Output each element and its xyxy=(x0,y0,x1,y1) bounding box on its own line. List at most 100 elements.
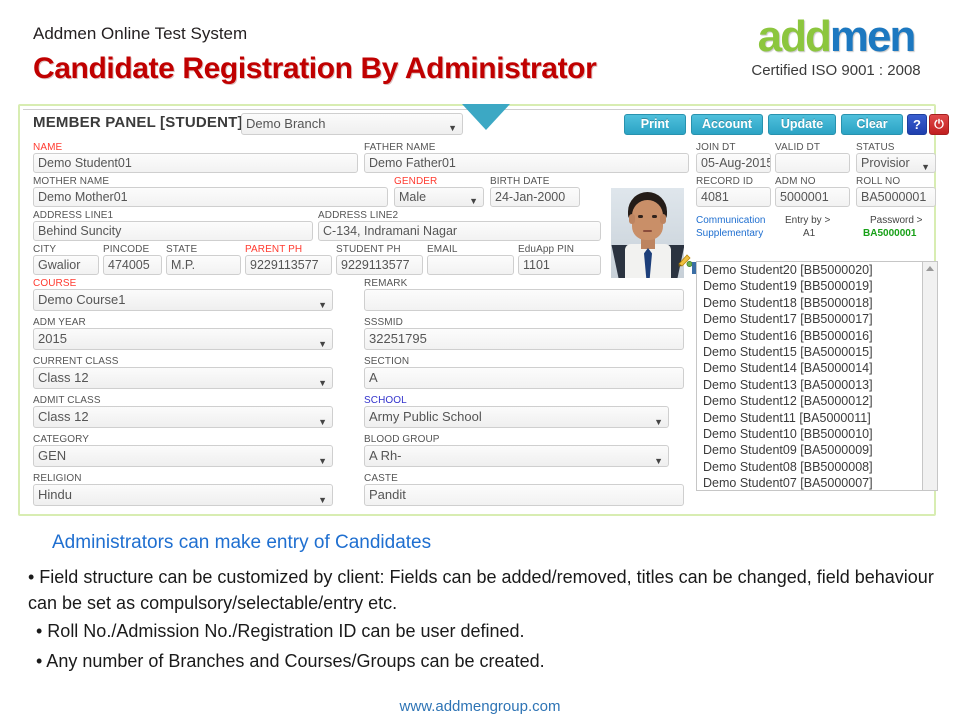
member-panel: MEMBER PANEL [STUDENT] Demo Branch ▼ Pri… xyxy=(18,104,949,516)
student-list-item[interactable]: Demo Student10 [BB5000010] xyxy=(697,426,922,442)
email-label: EMAIL xyxy=(427,244,458,255)
mother-name-input[interactable]: Demo Mother01 xyxy=(33,187,388,207)
logo-text-green: add xyxy=(757,12,832,61)
admit-class-select[interactable]: Class 12 ▼ xyxy=(33,406,333,428)
password-label: Password > xyxy=(870,215,923,226)
student-list-item[interactable]: Demo Student13 [BA5000013] xyxy=(697,377,922,393)
student-list-item[interactable]: Demo Student20 [BB5000020] xyxy=(697,262,922,278)
state-input[interactable]: M.P. xyxy=(166,255,241,275)
school-label: SCHOOL xyxy=(364,395,407,406)
student-list[interactable]: Demo Student20 [BB5000020] Demo Student19… xyxy=(696,261,923,491)
student-list-item[interactable]: Demo Student08 [BB5000008] xyxy=(697,459,922,475)
sssmid-input[interactable]: 32251795 xyxy=(364,328,684,350)
description-bullet-1: • Field structure can be customized by c… xyxy=(28,567,934,613)
chevron-down-icon: ▼ xyxy=(318,339,327,349)
join-dt-label: JOIN DT xyxy=(696,142,736,153)
father-name-input[interactable]: Demo Father01 xyxy=(364,153,689,173)
eduapp-pin-label: EduApp PIN xyxy=(518,244,575,255)
student-list-item[interactable]: Demo Student09 [BA5000009] xyxy=(697,442,922,458)
category-select[interactable]: GEN ▼ xyxy=(33,445,333,467)
student-list-scrollbar[interactable] xyxy=(923,261,938,491)
status-select[interactable]: Provisior ▼ xyxy=(856,153,936,173)
pincode-input[interactable]: 474005 xyxy=(103,255,162,275)
parent-ph-input[interactable]: 9229113577 xyxy=(245,255,332,275)
student-list-item[interactable]: Demo Student19 [BB5000019] xyxy=(697,278,922,294)
adm-no-input[interactable]: 5000001 xyxy=(775,187,850,207)
chevron-down-icon: ▼ xyxy=(654,417,663,427)
print-button[interactable]: Print xyxy=(624,114,686,135)
logo-iso-caption: Certified ISO 9001 : 2008 xyxy=(751,62,921,79)
gender-label: GENDER xyxy=(394,176,438,187)
chevron-down-icon: ▼ xyxy=(318,456,327,466)
student-list-item[interactable]: Demo Student07 [BA5000007] xyxy=(697,475,922,490)
current-class-select[interactable]: Class 12 ▼ xyxy=(33,367,333,389)
page-title: Candidate Registration By Administrator xyxy=(33,52,597,85)
help-icon[interactable]: ? xyxy=(907,114,927,135)
student-ph-input[interactable]: 9229113577 xyxy=(336,255,423,275)
adm-year-select[interactable]: 2015 ▼ xyxy=(33,328,333,350)
branch-select[interactable]: Demo Branch ▼ xyxy=(241,113,463,135)
address1-label: ADDRESS LINE1 xyxy=(33,210,114,221)
caste-label: CASTE xyxy=(364,473,398,484)
religion-label: RELIGION xyxy=(33,473,82,484)
email-input[interactable] xyxy=(427,255,514,275)
birth-date-input[interactable]: 24-Jan-2000 xyxy=(490,187,580,207)
caste-input[interactable]: Pandit xyxy=(364,484,684,506)
category-select-value: GEN xyxy=(38,448,67,463)
course-select[interactable]: Demo Course1 ▼ xyxy=(33,289,333,311)
communication-link[interactable]: Communication xyxy=(696,215,765,226)
section-input[interactable]: A xyxy=(364,367,684,389)
school-select[interactable]: Army Public School ▼ xyxy=(364,406,669,428)
father-name-label: FATHER NAME xyxy=(364,142,436,153)
student-list-item[interactable]: Demo Student12 [BA5000012] xyxy=(697,393,922,409)
religion-select[interactable]: Hindu ▼ xyxy=(33,484,333,506)
sssmid-label: SSSMID xyxy=(364,317,403,328)
student-list-item[interactable]: Demo Student18 [BB5000018] xyxy=(697,295,922,311)
student-list-item[interactable]: Demo Student11 [BA5000011] xyxy=(697,410,922,426)
page-subtitle: Addmen Online Test System xyxy=(33,24,248,43)
mother-name-label: MOTHER NAME xyxy=(33,176,110,187)
gender-select[interactable]: Male ▼ xyxy=(394,187,484,207)
address2-input[interactable]: C-134, Indramani Nagar xyxy=(318,221,601,241)
scroll-up-arrow-icon[interactable] xyxy=(926,266,934,271)
birth-date-label: BIRTH DATE xyxy=(490,176,550,187)
description-bullet-3: • Any number of Branches and Courses/Gro… xyxy=(36,651,545,671)
name-input[interactable]: Demo Student01 xyxy=(33,153,358,173)
entry-by-value: A1 xyxy=(803,228,816,239)
valid-dt-input[interactable] xyxy=(775,153,850,173)
record-id-input[interactable]: 4081 xyxy=(696,187,771,207)
adm-year-label: ADM YEAR xyxy=(33,317,86,328)
city-input[interactable]: Gwalior xyxy=(33,255,99,275)
addmen-logo: addmen Certified ISO 9001 : 2008 xyxy=(724,12,948,80)
address1-input[interactable]: Behind Suncity xyxy=(33,221,313,241)
eduapp-pin-input[interactable]: 1101 xyxy=(518,255,601,275)
admit-class-label: ADMIT CLASS xyxy=(33,395,101,406)
candidate-photo xyxy=(611,188,684,278)
parent-ph-label: PARENT PH xyxy=(245,244,303,255)
blood-group-select[interactable]: A Rh- ▼ xyxy=(364,445,669,467)
update-button[interactable]: Update xyxy=(768,114,836,135)
current-class-select-value: Class 12 xyxy=(38,370,89,385)
name-label: NAME xyxy=(33,142,63,153)
registration-form: NAME Demo Student01 FATHER NAME Demo Fat… xyxy=(23,140,938,511)
remark-input[interactable] xyxy=(364,289,684,311)
student-list-item[interactable]: Demo Student14 [BA5000014] xyxy=(697,360,922,376)
chevron-down-icon: ▼ xyxy=(318,300,327,310)
account-button[interactable]: Account xyxy=(691,114,763,135)
student-list-item[interactable]: Demo Student16 [BB5000016] xyxy=(697,328,922,344)
footer-url[interactable]: www.addmengroup.com xyxy=(0,698,960,715)
student-ph-label: STUDENT PH xyxy=(336,244,401,255)
join-dt-input[interactable]: 05-Aug-2015 xyxy=(696,153,771,173)
roll-no-input[interactable]: BA5000001 xyxy=(856,187,936,207)
entry-by-label: Entry by > xyxy=(785,215,831,226)
chevron-down-icon: ▼ xyxy=(469,196,478,206)
edit-pencil-icon[interactable] xyxy=(677,253,693,267)
supplementary-link[interactable]: Supplementary xyxy=(696,228,763,239)
student-list-item[interactable]: Demo Student15 [BA5000015] xyxy=(697,344,922,360)
address2-label: ADDRESS LINE2 xyxy=(318,210,399,221)
category-label: CATEGORY xyxy=(33,434,89,445)
student-list-item[interactable]: Demo Student17 [BB5000017] xyxy=(697,311,922,327)
clear-button[interactable]: Clear xyxy=(841,114,903,135)
power-icon[interactable]: ⏻ xyxy=(929,114,949,135)
current-class-label: CURRENT CLASS xyxy=(33,356,119,367)
